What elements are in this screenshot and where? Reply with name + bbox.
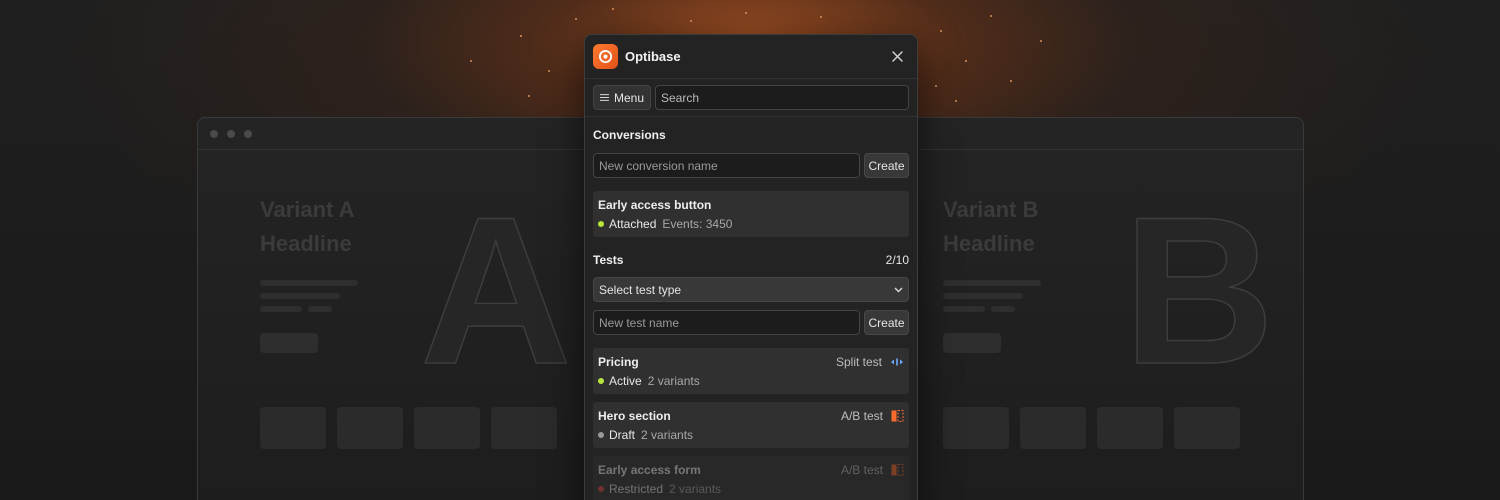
conversion-status: Attached bbox=[609, 217, 657, 231]
tests-header: Tests 2/10 bbox=[585, 250, 917, 270]
skeleton-card bbox=[260, 407, 326, 449]
menu-button[interactable]: Menu bbox=[593, 85, 651, 110]
test-create-row: Create bbox=[585, 310, 917, 335]
create-test-button[interactable]: Create bbox=[864, 310, 909, 335]
skeleton-line bbox=[991, 306, 1015, 312]
skeleton-card bbox=[1097, 407, 1163, 449]
skeleton-line bbox=[943, 280, 1041, 286]
test-type-select[interactable]: Select test type bbox=[593, 277, 909, 302]
test-variants: 2 variants bbox=[641, 428, 694, 442]
window-dot bbox=[244, 130, 252, 138]
skeleton-line bbox=[260, 293, 340, 299]
close-icon bbox=[891, 51, 903, 62]
split-test-icon bbox=[891, 358, 903, 365]
skeleton-line bbox=[943, 306, 985, 312]
variant-b-title: Variant B Headline bbox=[943, 197, 1039, 256]
variant-a-letter: A bbox=[419, 173, 572, 408]
status-dot bbox=[598, 221, 604, 227]
skeleton-button bbox=[260, 333, 318, 353]
test-title: Hero section bbox=[598, 408, 671, 423]
skeleton-line bbox=[260, 280, 358, 286]
test-item[interactable]: Pricing Split test Active 2 variants bbox=[593, 348, 909, 394]
test-variants: 2 variants bbox=[669, 482, 722, 496]
status-dot bbox=[598, 378, 604, 384]
skeleton-line bbox=[308, 306, 332, 312]
menu-label: Menu bbox=[613, 90, 644, 105]
close-button[interactable] bbox=[887, 47, 907, 67]
ab-test-icon bbox=[891, 409, 904, 422]
skeleton-card bbox=[337, 407, 403, 449]
test-type: A/B test bbox=[840, 408, 883, 423]
skeleton-line bbox=[943, 293, 1023, 299]
conversions-header: Conversions bbox=[585, 125, 917, 145]
skeleton-button bbox=[943, 333, 1001, 353]
variant-a-title: Variant A Headline bbox=[260, 197, 355, 256]
skeleton-card bbox=[414, 407, 480, 449]
app-title: Optibase bbox=[625, 49, 681, 64]
search-input[interactable] bbox=[655, 85, 909, 110]
chevron-down-icon bbox=[894, 287, 903, 292]
test-item[interactable]: Early access form A/B test Restricted 2 … bbox=[593, 456, 909, 500]
test-item[interactable]: Hero section A/B test Draft 2 variants bbox=[593, 402, 909, 448]
skeleton-line bbox=[260, 306, 302, 312]
conversion-item[interactable]: Early access button Attached Events: 345… bbox=[593, 191, 909, 237]
test-status: Active bbox=[609, 374, 642, 388]
skeleton-card bbox=[943, 407, 1009, 449]
tests-heading: Tests bbox=[593, 253, 624, 267]
test-status: Restricted bbox=[609, 482, 664, 496]
ab-test-icon bbox=[891, 463, 904, 476]
skeleton-card bbox=[491, 407, 557, 449]
panel-toolbar: Menu bbox=[585, 79, 917, 117]
status-dot bbox=[598, 486, 604, 492]
create-conversion-button[interactable]: Create bbox=[864, 153, 909, 178]
conversion-create-row: Create bbox=[585, 153, 917, 178]
window-dot bbox=[210, 130, 218, 138]
new-conversion-input[interactable] bbox=[593, 153, 860, 178]
hamburger-icon bbox=[600, 94, 609, 101]
test-title: Pricing bbox=[598, 354, 639, 369]
variant-b-letter: B bbox=[1122, 173, 1275, 408]
conversion-title: Early access button bbox=[598, 197, 712, 212]
test-title: Early access form bbox=[598, 462, 701, 477]
test-variants: 2 variants bbox=[647, 374, 700, 388]
status-dot bbox=[598, 432, 604, 438]
conversions-heading: Conversions bbox=[593, 128, 666, 142]
test-type-label: Select test type bbox=[599, 282, 682, 297]
skeleton-card bbox=[1020, 407, 1086, 449]
test-type: A/B test bbox=[840, 462, 883, 477]
tests-count: 2/10 bbox=[885, 253, 909, 267]
panel-header: Optibase bbox=[585, 35, 917, 79]
optibase-panel: Optibase Menu Conversions Create Early a… bbox=[584, 34, 918, 500]
conversion-events: Events: 3450 bbox=[662, 217, 733, 231]
window-dot bbox=[227, 130, 235, 138]
skeleton-card bbox=[1174, 407, 1240, 449]
optibase-logo-icon bbox=[593, 44, 618, 69]
test-status: Draft bbox=[609, 428, 636, 442]
new-test-input[interactable] bbox=[593, 310, 860, 335]
test-type: Split test bbox=[835, 354, 882, 369]
